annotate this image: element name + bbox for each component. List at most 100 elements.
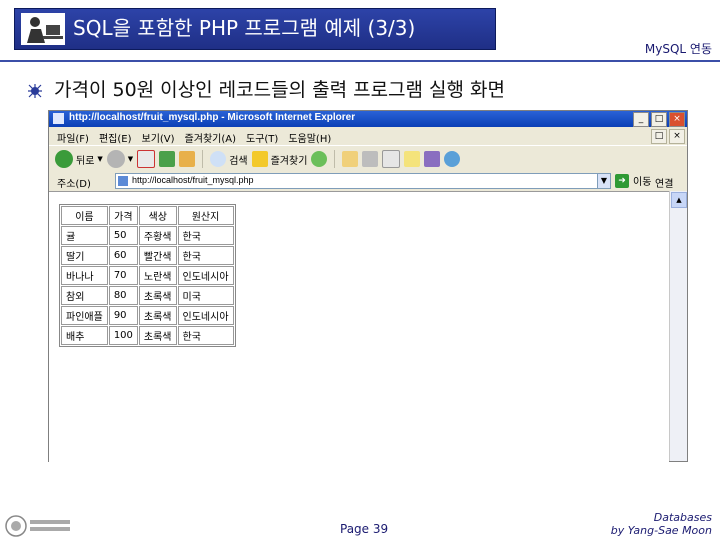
go-arrow-icon: ➜ (615, 173, 629, 188)
table-cell: 빨간색 (138, 246, 177, 265)
menu-tools[interactable]: 도구(T) (246, 130, 278, 145)
messenger-icon[interactable] (444, 151, 461, 167)
links-button[interactable]: 연결 (655, 175, 673, 190)
column-header: 가격 (108, 206, 138, 225)
table-cell: 노란색 (138, 266, 177, 285)
discuss-icon[interactable] (404, 151, 421, 167)
table-row: 바나나 70 노란색 인도네시아 (61, 266, 234, 285)
fruit-table: 이름 가격 색상 원산지 귤 50 주황색 한국 딸기 60 빨간색 한국 바나… (59, 204, 236, 347)
research-icon[interactable] (424, 151, 441, 167)
header-divider (0, 60, 720, 62)
table-cell: 바나나 (61, 266, 108, 285)
table-cell: 귤 (61, 226, 108, 245)
search-button[interactable]: 검색 (210, 149, 248, 169)
footer-credit: Databases by Yang-Sae Moon (611, 511, 712, 537)
print-icon[interactable] (362, 151, 379, 167)
table-header-row: 이름 가격 색상 원산지 (61, 206, 234, 225)
bullet-icon (28, 84, 42, 98)
table-row: 귤 50 주황색 한국 (61, 226, 234, 245)
refresh-icon[interactable] (159, 151, 176, 167)
doc-close-button[interactable]: × (669, 129, 685, 144)
history-icon[interactable] (311, 151, 328, 167)
column-header: 이름 (61, 206, 108, 225)
table-cell: 70 (108, 266, 138, 285)
table-cell: 미국 (177, 286, 234, 305)
table-cell: 초록색 (138, 326, 177, 345)
table-cell: 90 (108, 306, 138, 325)
menubar: 파일(F) 편집(E) 보기(V) 즐겨찾기(A) 도구(T) 도움말(H) □… (49, 128, 687, 145)
table-cell: 한국 (177, 326, 234, 345)
table-cell: 80 (108, 286, 138, 305)
go-label: 이동 (633, 177, 652, 188)
favorites-button[interactable]: 즐겨찾기 (251, 149, 308, 169)
slide-header: SQL을 포함한 PHP 프로그램 예제 (3/3) MySQL 연동 (0, 0, 720, 62)
table-cell: 인도네시아 (177, 306, 234, 325)
forward-button[interactable]: ▼ (106, 149, 134, 169)
go-button[interactable]: ➜ 이동 (615, 173, 651, 188)
menu-help[interactable]: 도움말(H) (288, 130, 331, 145)
table-cell: 파인애플 (61, 306, 108, 325)
table-cell: 딸기 (61, 246, 108, 265)
favorites-label: 즐겨찾기 (270, 155, 308, 167)
address-dropdown-icon[interactable]: ▼ (597, 174, 610, 188)
window-titlebar[interactable]: http://localhost/fruit_mysql.php - Micro… (49, 111, 687, 127)
window-title: http://localhost/fruit_mysql.php - Micro… (69, 112, 356, 123)
address-bar: 주소(D) http://localhost/fruit_mysql.php ▼… (49, 172, 687, 190)
bullet-text: 가격이 50원 이상인 레코드들의 출력 프로그램 실행 화면 (54, 79, 506, 101)
slide-title: SQL을 포함한 PHP 프로그램 예제 (3/3) (73, 16, 416, 40)
maximize-button[interactable]: □ (651, 112, 667, 127)
minimize-button[interactable]: _ (633, 112, 649, 127)
menu-favorites[interactable]: 즐겨찾기(A) (185, 130, 236, 145)
forward-arrow-icon (106, 150, 125, 168)
table-cell: 주황색 (138, 226, 177, 245)
table-row: 파인애플 90 초록색 인도네시아 (61, 306, 234, 325)
section-label: MySQL 연동 (644, 42, 712, 56)
table-cell: 한국 (177, 246, 234, 265)
address-text: http://localhost/fruit_mysql.php (132, 175, 254, 185)
chevron-down-icon: ▼ (127, 155, 134, 163)
footer-course: Databases (653, 511, 712, 524)
menu-view[interactable]: 보기(V) (142, 130, 175, 145)
ie-icon (53, 113, 64, 124)
address-label: 주소(D) (57, 179, 91, 190)
menu-file[interactable]: 파일(F) (57, 130, 89, 145)
address-input[interactable]: http://localhost/fruit_mysql.php ▼ (115, 173, 611, 189)
edit-icon[interactable] (382, 150, 401, 168)
window-controls: _ □ × (633, 112, 685, 127)
page-content: 이름 가격 색상 원산지 귤 50 주황색 한국 딸기 60 빨간색 한국 바나… (49, 191, 669, 462)
home-icon[interactable] (179, 151, 196, 167)
table-cell: 참외 (61, 286, 108, 305)
table-cell: 한국 (177, 226, 234, 245)
star-icon (251, 151, 268, 167)
table-row: 배추 100 초록색 한국 (61, 326, 234, 345)
back-label: 뒤로 (76, 155, 95, 167)
toolbar: 뒤로 ▼ ▼ 검색 즐겨찾기 (49, 145, 687, 173)
search-label: 검색 (229, 155, 248, 167)
table-row: 참외 80 초록색 미국 (61, 286, 234, 305)
table-cell: 60 (108, 246, 138, 265)
page-icon (118, 176, 128, 186)
table-cell: 100 (108, 326, 138, 345)
menu-edit[interactable]: 편집(E) (99, 130, 132, 145)
vertical-scrollbar[interactable]: ▲ (669, 191, 687, 461)
toolbar-separator (202, 150, 204, 168)
table-cell: 인도네시아 (177, 266, 234, 285)
back-button[interactable]: 뒤로 ▼ (55, 149, 103, 169)
table-cell: 초록색 (138, 286, 177, 305)
mail-icon[interactable] (342, 151, 359, 167)
page-number: Page 39 (340, 522, 389, 536)
scroll-up-icon[interactable]: ▲ (671, 192, 687, 208)
stop-icon[interactable] (137, 150, 156, 168)
column-header: 원산지 (177, 206, 234, 225)
back-arrow-icon (55, 150, 73, 168)
table-cell: 50 (108, 226, 138, 245)
university-logo (4, 514, 74, 538)
doc-maximize-button[interactable]: □ (651, 129, 667, 144)
person-at-computer-icon (21, 13, 65, 45)
close-button[interactable]: × (669, 112, 685, 127)
search-icon (210, 151, 227, 167)
footer-author: by Yang-Sae Moon (610, 524, 712, 537)
table-cell: 초록색 (138, 306, 177, 325)
column-header: 색상 (138, 206, 177, 225)
table-cell: 배추 (61, 326, 108, 345)
